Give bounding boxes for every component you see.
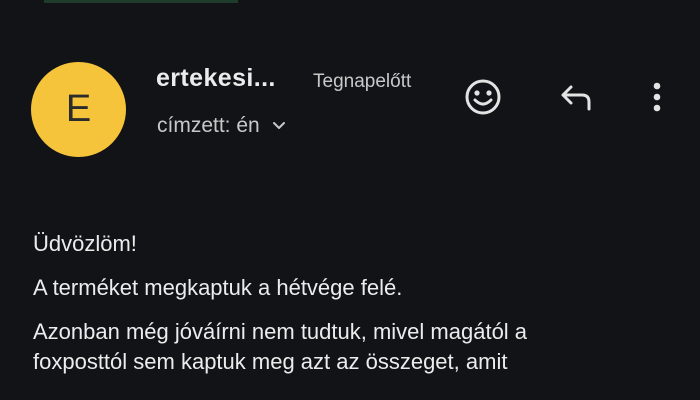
email-date: Tegnapelőtt <box>313 71 412 92</box>
body-paragraph-2: Azonban még jóváírni nem tudtuk, mivel m… <box>33 319 528 374</box>
reply-icon <box>556 77 596 122</box>
chevron-down-icon <box>270 117 288 135</box>
reply-button[interactable] <box>551 74 601 124</box>
more-options-button[interactable] <box>632 74 682 124</box>
avatar-letter: E <box>65 88 92 130</box>
body-greeting: Üdvözlöm! <box>33 231 137 256</box>
email-body: Üdvözlöm! A terméket megkaptuk a hétvége… <box>33 229 673 391</box>
add-reaction-button[interactable] <box>458 74 508 124</box>
more-vert-icon <box>647 77 667 122</box>
avatar[interactable]: E <box>31 62 126 157</box>
top-accent-bar <box>44 0 238 3</box>
email-view: E ertekesi... Tegnapelőtt címzett: én Üd… <box>0 0 700 400</box>
smiley-icon <box>463 77 503 122</box>
recipient-label: címzett: én <box>157 114 260 137</box>
recipient-toggle[interactable]: címzett: én <box>157 114 288 138</box>
body-paragraph-1: A terméket megkaptuk a hétvége felé. <box>33 275 403 300</box>
sender-name[interactable]: ertekesi... <box>156 64 276 93</box>
